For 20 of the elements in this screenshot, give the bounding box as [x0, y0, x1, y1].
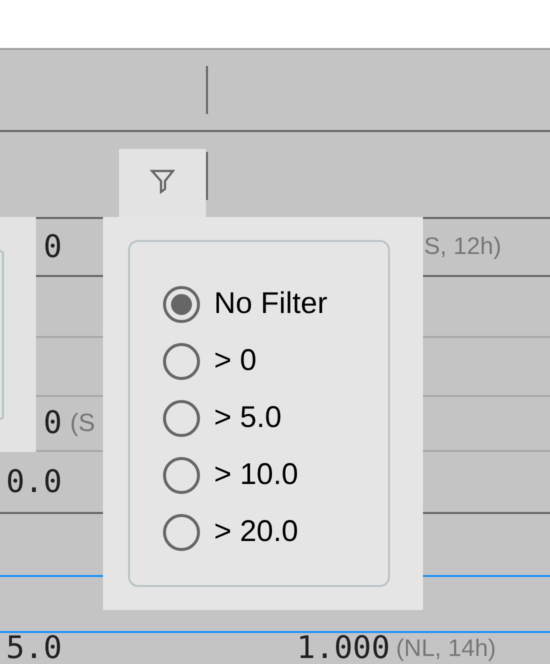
- table-row[interactable]: 5.0 1.000 (NL, 14h): [0, 633, 550, 664]
- cell-note: S, 12h): [424, 235, 502, 259]
- table-cell: 0.0: [6, 466, 62, 498]
- radio-button[interactable]: [163, 514, 200, 550]
- table-cell: 5.0: [6, 633, 62, 664]
- filter-button[interactable]: [119, 149, 206, 217]
- table-cell: 0: [43, 232, 62, 262]
- cell-note: (S: [70, 411, 95, 436]
- radio-button[interactable]: [163, 342, 200, 380]
- filter-option[interactable]: > 5.0: [163, 400, 388, 436]
- filter-option[interactable]: > 10.0: [163, 457, 388, 493]
- cell-note: (NL, 14h): [396, 636, 496, 660]
- table-cell: 1.000: [296, 633, 390, 664]
- radio-button[interactable]: [163, 286, 200, 322]
- radio-button[interactable]: [163, 400, 200, 436]
- radio-button[interactable]: [163, 456, 200, 494]
- filter-option[interactable]: > 0: [163, 343, 388, 379]
- filter-option[interactable]: > 20.0: [163, 514, 388, 550]
- filter-option[interactable]: No Filter: [163, 286, 388, 322]
- table-cell: 0: [43, 408, 62, 439]
